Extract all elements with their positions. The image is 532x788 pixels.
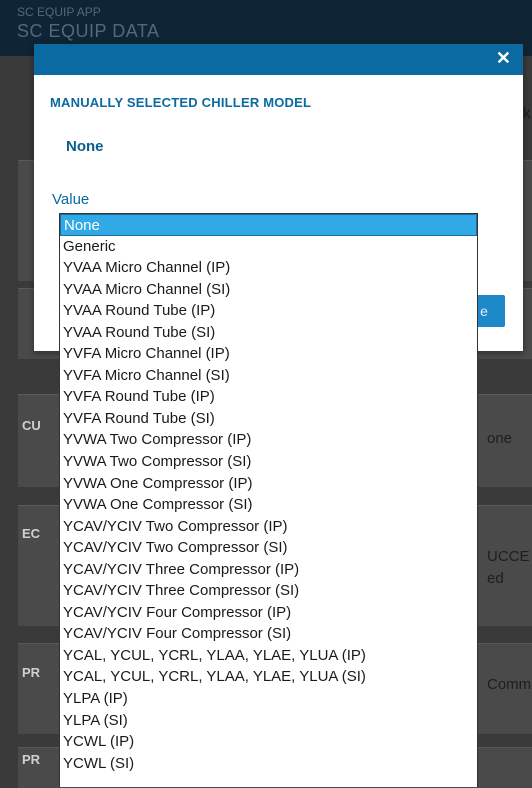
select-option[interactable]: YCAL, YCUL, YCRL, YLAA, YLAE, YLUA (IP): [60, 645, 477, 667]
select-option[interactable]: YCAV/YCIV Three Compressor (IP): [60, 559, 477, 581]
select-option[interactable]: None: [60, 214, 477, 236]
select-option[interactable]: YCAV/YCIV Four Compressor (IP): [60, 602, 477, 624]
background-edge-label: PR: [22, 752, 41, 767]
select-option[interactable]: YVAA Round Tube (IP): [60, 300, 477, 322]
app-title: SC EQUIP DATA: [17, 21, 160, 41]
select-option[interactable]: YVWA One Compressor (IP): [60, 473, 477, 495]
background-edge-label: PR: [22, 665, 41, 680]
select-option[interactable]: YVFA Micro Channel (SI): [60, 365, 477, 387]
background-text: UCCE: [487, 548, 530, 565]
select-option[interactable]: YVAA Micro Channel (IP): [60, 257, 477, 279]
select-option[interactable]: YVWA Two Compressor (IP): [60, 429, 477, 451]
select-option[interactable]: YVAA Micro Channel (SI): [60, 279, 477, 301]
select-option[interactable]: Generic: [60, 236, 477, 258]
select-option[interactable]: YVFA Round Tube (SI): [60, 408, 477, 430]
background-edge-label: CU: [22, 418, 41, 433]
select-option[interactable]: YCWL (IP): [60, 731, 477, 753]
background-text: one: [487, 430, 513, 447]
select-option[interactable]: YCWL (SI): [60, 753, 477, 775]
dialog-header: ✕: [34, 44, 523, 75]
background-text: ed: [487, 570, 504, 587]
select-option[interactable]: YCAV/YCIV Two Compressor (SI): [60, 537, 477, 559]
chiller-model-select-list[interactable]: None Generic YVAA Micro Channel (IP) YVAA M…: [59, 213, 478, 787]
select-option[interactable]: YLPA (IP): [60, 688, 477, 710]
background-text: Comm: [487, 676, 532, 693]
select-option[interactable]: YVFA Micro Channel (IP): [60, 343, 477, 365]
select-option[interactable]: YCAV/YCIV Two Compressor (IP): [60, 516, 477, 538]
value-label: Value: [52, 191, 90, 208]
background-edge-label: EC: [22, 526, 41, 541]
select-option[interactable]: YLPA (SI): [60, 710, 477, 732]
dialog-title: MANUALLY SELECTED CHILLER MODEL: [50, 95, 312, 110]
app-subtitle: SC EQUIP APP: [17, 5, 101, 19]
select-option[interactable]: YVWA One Compressor (SI): [60, 494, 477, 516]
current-value: None: [66, 138, 104, 155]
select-option[interactable]: YVFA Round Tube (IP): [60, 386, 477, 408]
background-text: k: [523, 105, 531, 122]
select-option[interactable]: YVAA Round Tube (SI): [60, 322, 477, 344]
close-icon[interactable]: ✕: [496, 48, 511, 69]
select-option[interactable]: YCAV/YCIV Four Compressor (SI): [60, 623, 477, 645]
select-option[interactable]: YCAV/YCIV Three Compressor (SI): [60, 580, 477, 602]
select-option[interactable]: YCAL, YCUL, YCRL, YLAA, YLAE, YLUA (SI): [60, 666, 477, 688]
select-option[interactable]: YVWA Two Compressor (SI): [60, 451, 477, 473]
